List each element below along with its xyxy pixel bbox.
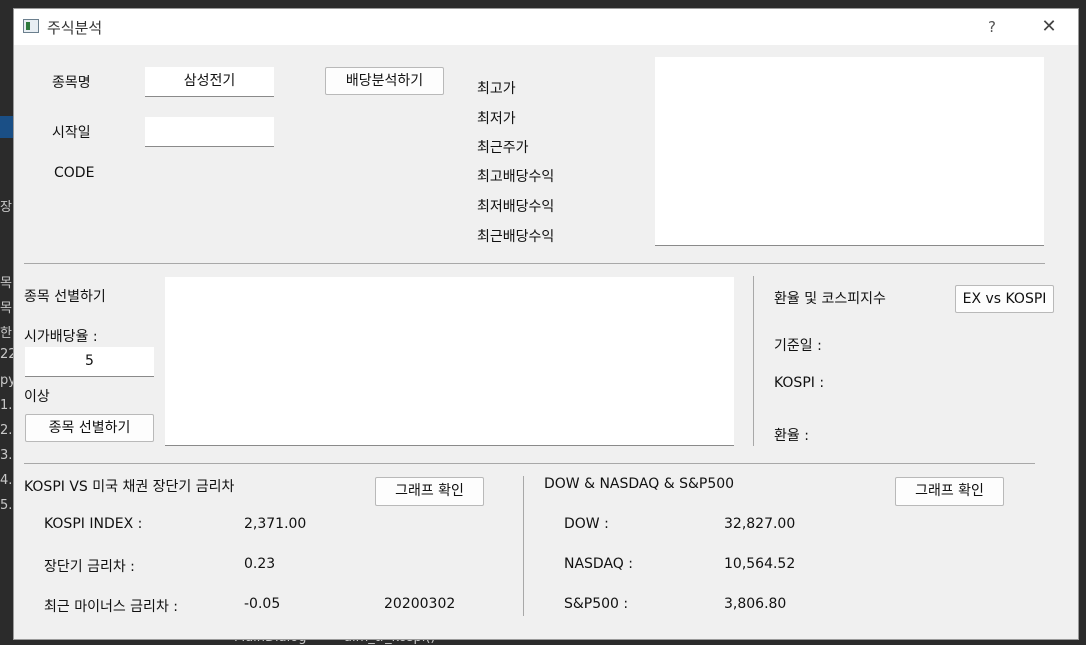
title-bar: 주식분석 ? ✕ bbox=[14, 9, 1078, 45]
dividend-yield-input[interactable]: 5 bbox=[25, 347, 154, 377]
screen-stocks-button[interactable]: 종목 선별하기 bbox=[25, 414, 154, 442]
background-text: 장 bbox=[0, 200, 12, 215]
sp500-label: S&P500 : bbox=[564, 596, 629, 612]
spread-title: KOSPI VS 미국 채권 장단기 금리차 bbox=[24, 479, 235, 495]
start-date-input[interactable] bbox=[145, 117, 274, 147]
window-title: 주식분석 bbox=[47, 19, 103, 37]
stat-low-price: 최저가 bbox=[477, 111, 516, 127]
kospi-label: KOSPI : bbox=[774, 375, 825, 391]
divider bbox=[24, 263, 1045, 264]
background-text: 목 bbox=[0, 276, 12, 291]
dow-value: 32,827.00 bbox=[724, 516, 796, 532]
exchange-rate-label: 환율 : bbox=[774, 428, 809, 444]
above-label: 이상 bbox=[24, 389, 50, 405]
spread-label: 장단기 금리차 : bbox=[44, 559, 135, 575]
code-label: CODE bbox=[54, 165, 95, 181]
stat-high-price: 최고가 bbox=[477, 81, 516, 97]
stat-high-dividend: 최고배당수익 bbox=[477, 169, 555, 185]
screen-result-box[interactable] bbox=[165, 277, 734, 446]
dividend-yield-label: 시가배당율 : bbox=[24, 329, 98, 345]
recent-minus-spread-date: 20200302 bbox=[384, 596, 456, 612]
dow-label: DOW : bbox=[564, 516, 609, 532]
stat-recent-dividend: 최근배당수익 bbox=[477, 229, 555, 245]
stats-result-box[interactable] bbox=[655, 57, 1044, 246]
sp500-value: 3,806.80 bbox=[724, 596, 787, 612]
spread-value: 0.23 bbox=[244, 556, 276, 572]
us-graph-button[interactable]: 그래프 확인 bbox=[895, 477, 1004, 506]
us-index-title: DOW & NASDAQ & S&P500 bbox=[544, 476, 735, 492]
nasdaq-label: NASDAQ : bbox=[564, 556, 633, 572]
app-window-icon bbox=[23, 19, 39, 33]
background-text: 목 bbox=[0, 301, 12, 316]
ex-vs-kospi-button[interactable]: EX vs KOSPI bbox=[955, 285, 1054, 313]
spread-graph-button[interactable]: 그래프 확인 bbox=[375, 477, 484, 506]
stat-recent-price: 최근주가 bbox=[477, 140, 529, 156]
recent-minus-spread-value: -0.05 bbox=[244, 596, 281, 612]
stock-analysis-dialog: 주식분석 ? ✕ 종목명 삼성전기 시작일 CODE 배당분석하기 최고가 최저… bbox=[13, 8, 1079, 640]
divider bbox=[753, 276, 754, 446]
kospi-index-label: KOSPI INDEX : bbox=[44, 516, 143, 532]
background-text: 한 bbox=[0, 326, 12, 341]
divider bbox=[523, 476, 524, 616]
divider bbox=[24, 463, 1035, 464]
stat-low-dividend: 최저배당수익 bbox=[477, 199, 555, 215]
start-date-label: 시작일 bbox=[52, 125, 91, 141]
kospi-index-value: 2,371.00 bbox=[244, 516, 307, 532]
exchange-title: 환율 및 코스피지수 bbox=[774, 291, 886, 307]
close-button[interactable]: ✕ bbox=[1036, 15, 1062, 39]
base-date-label: 기준일 : bbox=[774, 338, 822, 354]
nasdaq-value: 10,564.52 bbox=[724, 556, 796, 572]
recent-minus-spread-label: 최근 마이너스 금리차 : bbox=[44, 599, 178, 615]
dividend-analysis-button[interactable]: 배당분석하기 bbox=[325, 67, 444, 95]
help-button[interactable]: ? bbox=[980, 15, 1004, 39]
stock-name-input[interactable]: 삼성전기 bbox=[145, 67, 274, 97]
stock-name-label: 종목명 bbox=[52, 75, 91, 91]
screen-title: 종목 선별하기 bbox=[24, 289, 106, 305]
background-selection bbox=[0, 116, 14, 138]
